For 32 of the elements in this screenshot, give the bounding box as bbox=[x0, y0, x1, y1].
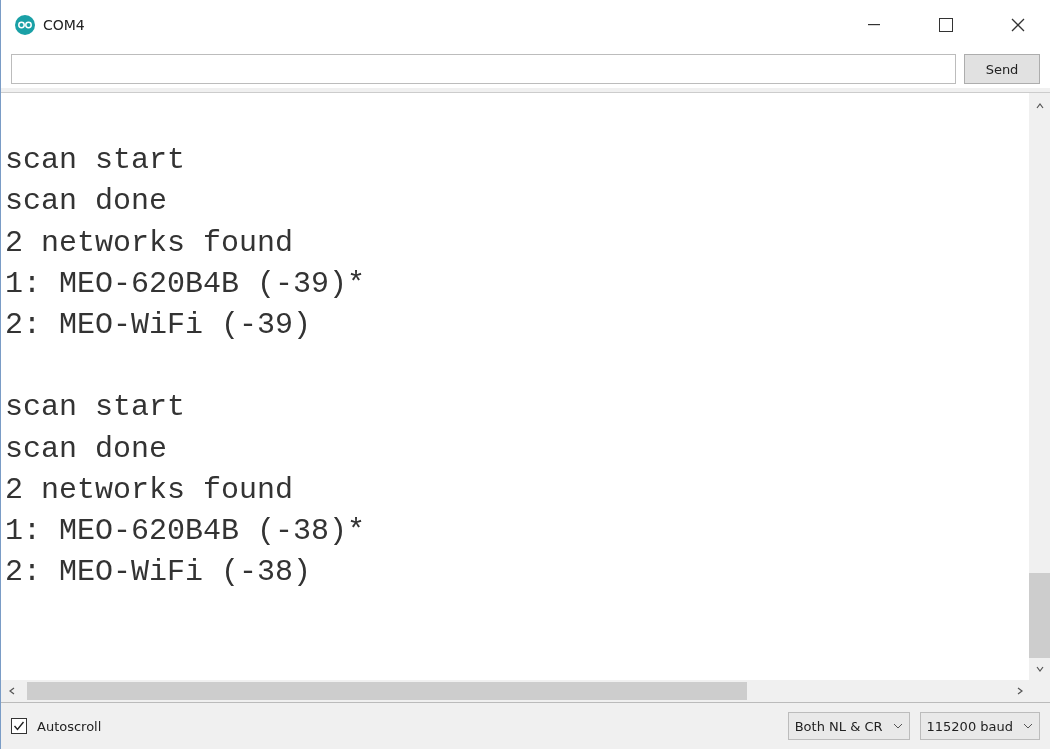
line-ending-dropdown[interactable]: Both NL & CR bbox=[787, 712, 910, 740]
scroll-right-icon[interactable] bbox=[1015, 686, 1025, 696]
output-line: scan start bbox=[5, 389, 187, 427]
send-button[interactable]: Send bbox=[964, 54, 1040, 84]
baud-rate-dropdown[interactable]: 115200 baud bbox=[919, 712, 1040, 740]
input-field[interactable] bbox=[11, 54, 956, 84]
output-line: scan start bbox=[5, 142, 187, 180]
scrollbar-thumb[interactable] bbox=[1029, 573, 1050, 658]
output-line: scan done bbox=[5, 430, 169, 468]
scroll-down-icon[interactable] bbox=[1034, 664, 1045, 674]
output-line: 2 networks found bbox=[5, 224, 295, 262]
output-line: 1: MEO-620B4B (-39)* bbox=[5, 265, 367, 303]
output-line: scan done bbox=[5, 183, 169, 221]
horizontal-scrollbar[interactable] bbox=[1, 680, 1029, 702]
autoscroll-checkbox[interactable] bbox=[11, 718, 27, 734]
caret-icon bbox=[892, 723, 903, 729]
autoscroll-label: Autoscroll bbox=[37, 718, 103, 734]
window-title: COM4 bbox=[43, 17, 86, 33]
check-icon bbox=[13, 720, 25, 732]
output-line: 2 networks found bbox=[5, 471, 295, 509]
output-line: 2: MEO-WiFi (-38) bbox=[5, 554, 313, 592]
close-icon bbox=[1011, 18, 1025, 32]
output-line: 2: MEO-WiFi (-39) bbox=[5, 307, 313, 344]
minimize-icon bbox=[868, 24, 880, 26]
caret-icon bbox=[1023, 723, 1033, 729]
maximize-icon bbox=[939, 18, 953, 32]
output-line: 1: MEO-620B4B (-38)* bbox=[5, 513, 367, 550]
scrollbar-thumb[interactable] bbox=[27, 682, 747, 700]
scroll-left-icon[interactable] bbox=[7, 686, 17, 696]
logo-icon bbox=[15, 15, 35, 35]
vertical-scrollbar[interactable] bbox=[1029, 93, 1050, 680]
scroll-up-icon[interactable] bbox=[1034, 101, 1045, 111]
